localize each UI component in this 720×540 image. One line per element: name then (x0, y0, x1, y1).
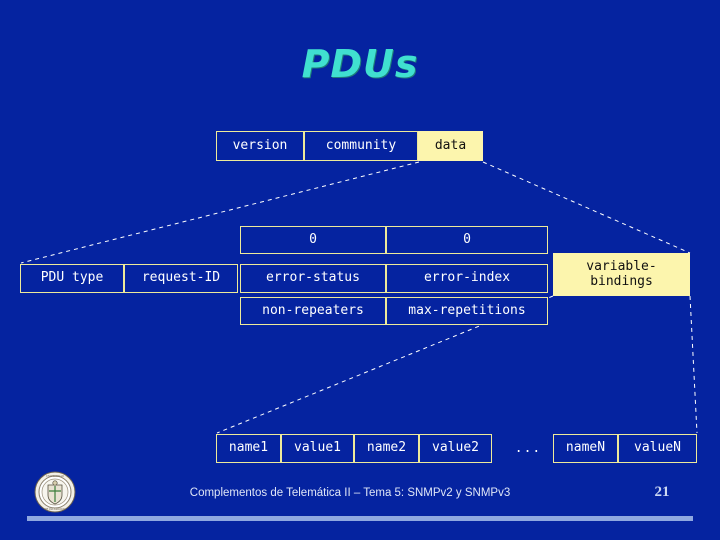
varbind-box-line2: bindings (590, 273, 653, 289)
slide-canvas: PDUs version community data PDU type req… (0, 0, 720, 540)
varbind-ellipsis: ... (514, 441, 542, 456)
footer-text: Complementos de Telemática II – Tema 5: … (189, 487, 511, 499)
message-cell-data-label: data (434, 137, 467, 153)
pdu-variant-max-repetitions: max-repetitions (386, 297, 548, 325)
varbind-cell-nameN-label: nameN (565, 440, 606, 456)
pdu-variant-non-repeaters: non-repeaters (240, 297, 386, 325)
message-cell-version: version (216, 131, 304, 161)
message-cell-community: community (304, 131, 418, 161)
pdu-variant-max-repetitions-label: max-repetitions (408, 302, 526, 318)
varbind-cell-value2: value2 (419, 434, 492, 463)
varbind-cell-name1-label: name1 (228, 440, 269, 456)
pdu-variant-zero-left: 0 (240, 226, 386, 254)
varbind-cell-valueN: valueN (618, 434, 697, 463)
message-cell-community-label: community (325, 137, 397, 153)
varbind-cell-valueN-label: valueN (634, 440, 681, 456)
message-cell-data: data (418, 131, 483, 161)
varbind-box: variable- bindings (553, 253, 690, 296)
footer-divider-bar (27, 516, 693, 521)
pdu-variant-zero-left-label: 0 (309, 231, 317, 247)
pdu-cell-request-id: request-ID (124, 264, 238, 293)
varbind-cell-name1: name1 (216, 434, 281, 463)
varbind-cell-value1: value1 (281, 434, 354, 463)
university-seal-logo: UNIVERSIDAD DE VALLADOLID (34, 471, 76, 513)
pdu-variant-error-index: error-index (386, 264, 548, 293)
pdu-cell-request-id-label: request-ID (141, 270, 221, 286)
pdu-variant-non-repeaters-label: non-repeaters (262, 302, 364, 318)
pdu-variant-zero-right-label: 0 (463, 231, 471, 247)
varbind-cell-nameN: nameN (553, 434, 618, 463)
varbind-cell-value2-label: value2 (432, 440, 479, 456)
slide-number: 21 (654, 484, 670, 500)
svg-text:UNIVERSIDAD: UNIVERSIDAD (46, 475, 64, 478)
page-title: PDUs (301, 42, 419, 86)
varbind-cell-value1-label: value1 (294, 440, 341, 456)
varbind-cell-name2: name2 (354, 434, 419, 463)
pdu-variant-error-status-label: error-status (266, 270, 360, 286)
pdu-variant-zero-right: 0 (386, 226, 548, 254)
pdu-cell-pdu-type-label: PDU type (40, 270, 104, 286)
varbind-cell-name2-label: name2 (366, 440, 407, 456)
svg-text:DE VALLADOLID: DE VALLADOLID (45, 508, 66, 511)
pdu-variant-error-index-label: error-index (423, 270, 511, 286)
pdu-variant-error-status: error-status (240, 264, 386, 293)
pdu-cell-pdu-type: PDU type (20, 264, 124, 293)
varbind-box-line1: variable- (586, 258, 657, 274)
message-cell-version-label: version (232, 137, 288, 153)
